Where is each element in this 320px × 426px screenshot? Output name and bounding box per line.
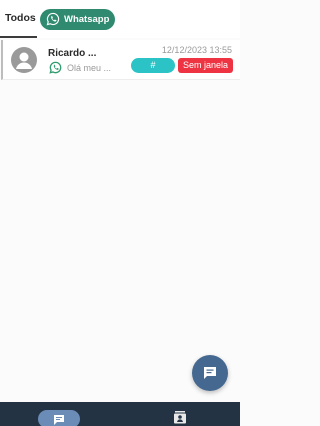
ticket-list-item[interactable]: Ricardo ... Olá meu ... 12/12/2023 13:55… xyxy=(1,40,240,80)
filter-tabs: Todos Whatsapp xyxy=(0,0,240,38)
last-message-datetime: 12/12/2023 13:55 xyxy=(161,45,232,55)
chat-icon xyxy=(54,415,64,425)
last-message-preview: Olá meu ... xyxy=(67,63,112,73)
bottom-navigation xyxy=(0,402,240,426)
tab-active-indicator xyxy=(0,36,37,38)
whatsapp-icon xyxy=(46,12,60,26)
avatar xyxy=(11,47,37,73)
status-badge: Sem janela xyxy=(178,58,233,73)
tab-whatsapp-label: Whatsapp xyxy=(64,14,110,25)
message-icon xyxy=(204,367,216,379)
tab-whatsapp[interactable]: Whatsapp xyxy=(40,9,115,30)
whatsapp-icon xyxy=(49,61,62,74)
queue-badge: # xyxy=(131,58,175,73)
tab-todos-label: Todos xyxy=(5,12,36,24)
new-ticket-button[interactable] xyxy=(192,355,228,391)
contacts-icon[interactable] xyxy=(172,410,188,426)
tab-todos[interactable]: Todos xyxy=(0,0,37,38)
nav-chats[interactable] xyxy=(38,410,80,426)
contact-name: Ricardo ... xyxy=(48,48,97,59)
user-icon xyxy=(16,52,32,69)
